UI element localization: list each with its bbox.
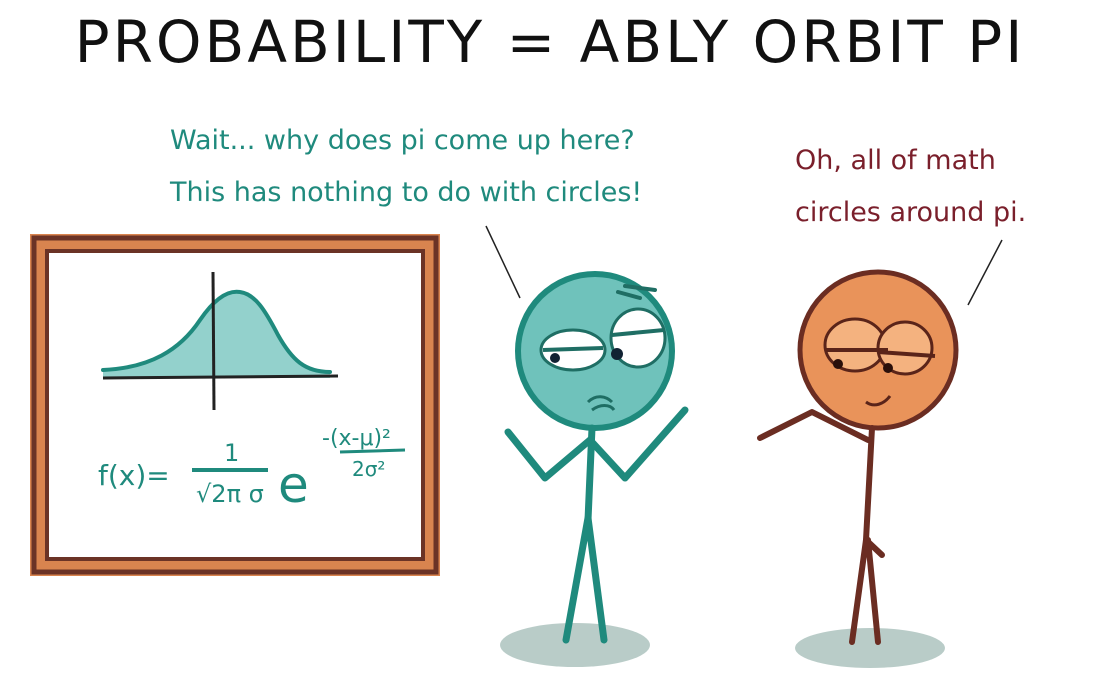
formula-exponent-bottom: 2σ² — [352, 457, 385, 481]
x-axis — [102, 374, 339, 380]
orange-ground-shadow — [795, 628, 945, 668]
formula-exponent-top: -(x-μ)² — [322, 426, 391, 451]
teal-legs — [562, 514, 608, 644]
speech-pointer-orange — [967, 239, 1003, 306]
formula-numerator: 1 — [224, 439, 239, 467]
orange-pupil-left — [833, 359, 843, 369]
orange-torso — [862, 425, 885, 558]
teal-stick-figure — [500, 271, 689, 667]
orange-stick-figure — [757, 269, 959, 668]
teal-ground-shadow — [500, 623, 650, 667]
teal-pupil-right — [611, 348, 623, 360]
comic-panel: PROBABILITY = ABLY ORBIT PI Wait... why … — [0, 0, 1100, 699]
comic-artwork: f(x)= 1 √2π σ e -(x-μ)² 2σ² — [30, 225, 1003, 668]
formula-denominator: √2π σ — [196, 480, 264, 508]
y-axis — [211, 271, 216, 411]
whiteboard: f(x)= 1 √2π σ e -(x-μ)² 2σ² — [30, 234, 440, 576]
formula-lhs: f(x)= — [98, 459, 170, 492]
formula-base: e — [278, 456, 309, 514]
orange-legs — [849, 537, 881, 645]
teal-eyelid-left — [542, 346, 604, 352]
orange-pupil-right — [883, 363, 893, 373]
teal-pupil-left — [550, 353, 560, 363]
formula-exponent-bar — [339, 448, 406, 454]
speech-pointer-teal — [485, 225, 521, 299]
